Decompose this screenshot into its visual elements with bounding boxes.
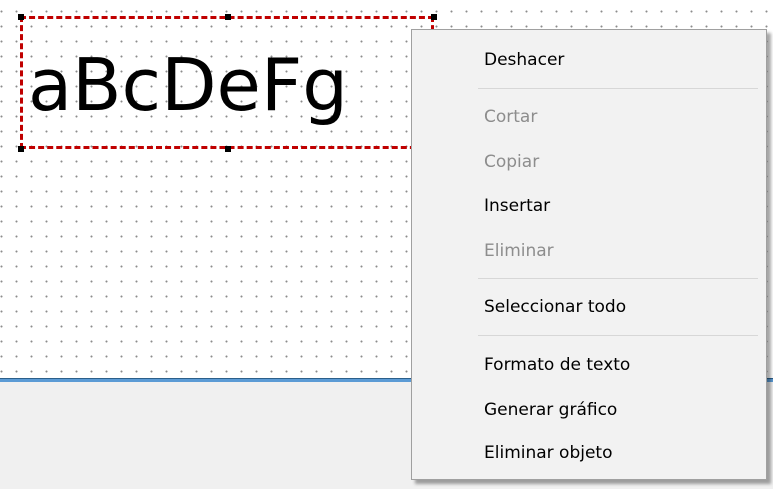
menu-item-eliminar[interactable]: Eliminar: [484, 236, 554, 266]
text-object[interactable]: aBcDeFg: [20, 16, 434, 149]
menu-item-generar-grafico[interactable]: Generar gráfico: [484, 395, 617, 425]
menu-item-cortar[interactable]: Cortar: [484, 102, 537, 132]
menu-separator: [478, 335, 758, 336]
resize-handle-top-left[interactable]: [18, 14, 24, 20]
menu-item-seleccionar-todo[interactable]: Seleccionar todo: [484, 292, 626, 322]
menu-item-copiar[interactable]: Copiar: [484, 147, 539, 177]
resize-handle-bottom-left[interactable]: [18, 146, 24, 152]
resize-handle-top-middle[interactable]: [225, 14, 231, 20]
resize-handle-bottom-middle[interactable]: [225, 146, 231, 152]
menu-separator: [478, 88, 758, 89]
context-menu: Deshacer Cortar Copiar Insertar Eliminar…: [411, 29, 767, 480]
menu-item-eliminar-objeto[interactable]: Eliminar objeto: [484, 438, 613, 468]
menu-item-insertar[interactable]: Insertar: [484, 191, 550, 221]
resize-handle-top-right[interactable]: [431, 14, 437, 20]
text-object-content: aBcDeFg: [28, 43, 348, 127]
menu-item-formato-de-texto[interactable]: Formato de texto: [484, 350, 630, 380]
menu-separator: [478, 278, 758, 279]
menu-item-deshacer[interactable]: Deshacer: [484, 45, 564, 75]
